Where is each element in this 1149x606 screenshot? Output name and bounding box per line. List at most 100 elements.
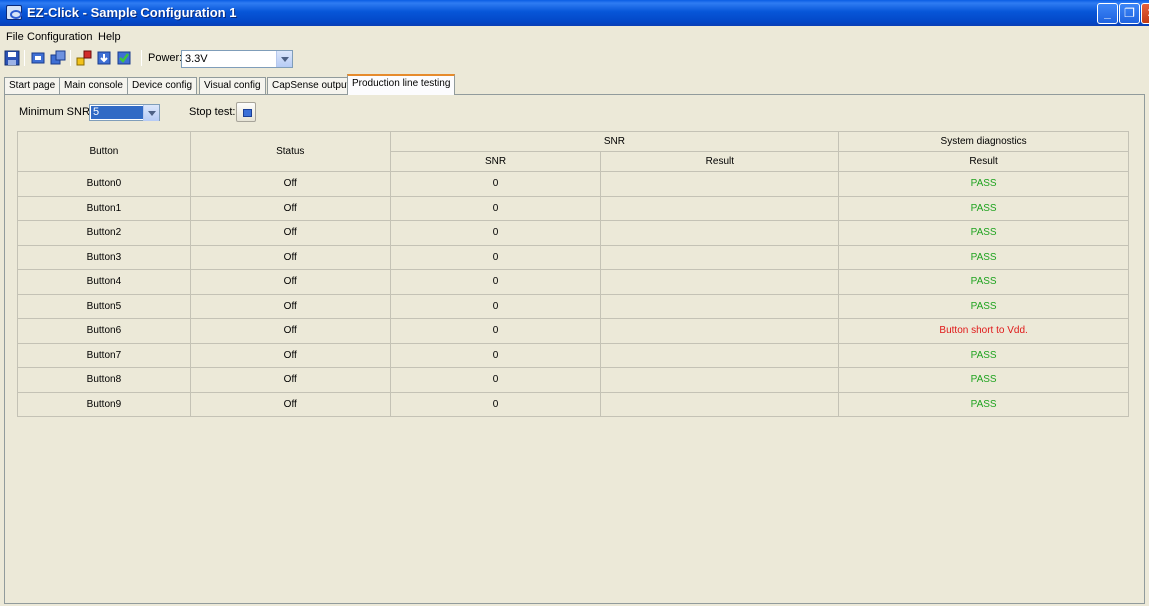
header-snr-result: Result <box>600 151 840 172</box>
configure-icon[interactable] <box>76 50 92 66</box>
diagnostics-result-cell: PASS <box>838 342 1129 368</box>
snr-cell: 0 <box>389 269 602 295</box>
menu-bar: File Configuration Help <box>0 28 1149 46</box>
header-snr-group: SNR <box>389 131 840 152</box>
snr-result-cell <box>600 244 840 270</box>
snr-cell: 0 <box>389 367 602 393</box>
header-status: Status <box>189 131 391 172</box>
table-row: Button3 Off 0 PASS <box>17 244 1129 270</box>
table-row: Button5 Off 0 PASS <box>17 293 1129 319</box>
diagnostics-result-cell: PASS <box>838 391 1129 417</box>
app-icon <box>6 5 22 20</box>
save-icon[interactable] <box>4 50 20 66</box>
status-cell: Off <box>189 367 391 393</box>
device-icon[interactable] <box>50 50 66 66</box>
stop-test-label: Stop test: <box>189 106 236 118</box>
table-row: Button6 Off 0 Button short to Vdd. <box>17 318 1129 344</box>
status-cell: Off <box>189 220 391 246</box>
snr-result-cell <box>600 318 840 344</box>
toolbar: Power: 3.3V <box>0 48 1149 70</box>
button-cell: Button6 <box>17 318 191 344</box>
connect-icon[interactable] <box>30 50 46 66</box>
diagnostics-result-cell: PASS <box>838 269 1129 295</box>
window-title: EZ-Click - Sample Configuration 1 <box>27 5 237 20</box>
menu-configuration[interactable]: Configuration <box>27 31 92 43</box>
minimize-button[interactable]: _ <box>1097 3 1118 24</box>
tab-visual-config[interactable]: Visual config <box>199 77 266 95</box>
chevron-down-icon[interactable] <box>143 105 159 121</box>
header-snr: SNR <box>389 151 602 172</box>
min-snr-select[interactable]: 5 <box>89 104 160 121</box>
button-cell: Button8 <box>17 367 191 393</box>
diagnostics-result-cell: PASS <box>838 220 1129 246</box>
snr-result-cell <box>600 342 840 368</box>
close-button[interactable]: ✕ <box>1141 3 1149 24</box>
restore-button[interactable]: ❐ <box>1119 3 1140 24</box>
results-table: Button Status SNR System diagnostics SNR… <box>17 131 1129 417</box>
diagnostics-result-cell: PASS <box>838 195 1129 221</box>
table-row: Button4 Off 0 PASS <box>17 269 1129 295</box>
snr-cell: 0 <box>389 195 602 221</box>
button-cell: Button9 <box>17 391 191 417</box>
status-cell: Off <box>189 171 391 197</box>
status-cell: Off <box>189 293 391 319</box>
diagnostics-result-cell: PASS <box>838 293 1129 319</box>
title-bar: EZ-Click - Sample Configuration 1 _ ❐ ✕ <box>0 0 1149 26</box>
snr-cell: 0 <box>389 244 602 270</box>
power-select[interactable]: 3.3V <box>181 50 293 68</box>
button-cell: Button5 <box>17 293 191 319</box>
status-cell: Off <box>189 269 391 295</box>
snr-result-cell <box>600 171 840 197</box>
snr-result-cell <box>600 195 840 221</box>
diagnostics-result-cell: Button short to Vdd. <box>838 318 1129 344</box>
snr-cell: 0 <box>389 220 602 246</box>
min-snr-label: Minimum SNR: <box>19 106 93 118</box>
chevron-down-icon[interactable] <box>276 51 292 67</box>
button-cell: Button4 <box>17 269 191 295</box>
tab-capsense-output[interactable]: CapSense output <box>267 77 355 95</box>
snr-result-cell <box>600 269 840 295</box>
snr-cell: 0 <box>389 293 602 319</box>
toolbar-separator <box>70 50 71 66</box>
button-cell: Button2 <box>17 220 191 246</box>
tab-production-line-testing[interactable]: Production line testing <box>347 74 456 95</box>
table-row: Button9 Off 0 PASS <box>17 391 1129 417</box>
status-cell: Off <box>189 342 391 368</box>
snr-cell: 0 <box>389 171 602 197</box>
power-label: Power: <box>148 52 183 64</box>
table-row: Button0 Off 0 PASS <box>17 171 1129 197</box>
header-button: Button <box>17 131 191 172</box>
status-cell: Off <box>189 318 391 344</box>
table-row: Button7 Off 0 PASS <box>17 342 1129 368</box>
snr-result-cell <box>600 391 840 417</box>
button-cell: Button1 <box>17 195 191 221</box>
button-cell: Button3 <box>17 244 191 270</box>
snr-cell: 0 <box>389 318 602 344</box>
toolbar-separator <box>24 50 25 66</box>
table-row: Button2 Off 0 PASS <box>17 220 1129 246</box>
menu-file[interactable]: File <box>6 31 24 43</box>
download-icon[interactable] <box>96 50 112 66</box>
snr-cell: 0 <box>389 391 602 417</box>
toolbar-separator <box>141 50 142 66</box>
status-cell: Off <box>189 391 391 417</box>
stop-test-button[interactable] <box>236 102 256 122</box>
tab-main-console[interactable]: Main console <box>59 77 128 95</box>
tab-device-config[interactable]: Device config <box>127 77 198 95</box>
menu-help[interactable]: Help <box>98 31 121 43</box>
diagnostics-result-cell: PASS <box>838 171 1129 197</box>
button-cell: Button0 <box>17 171 191 197</box>
snr-result-cell <box>600 293 840 319</box>
header-diagnostics-result: Result <box>838 151 1129 172</box>
table-row: Button1 Off 0 PASS <box>17 195 1129 221</box>
snr-result-cell <box>600 367 840 393</box>
diagnostics-result-cell: PASS <box>838 244 1129 270</box>
status-cell: Off <box>189 244 391 270</box>
verify-icon[interactable] <box>116 50 132 66</box>
snr-result-cell <box>600 220 840 246</box>
status-cell: Off <box>189 195 391 221</box>
header-diagnostics-group: System diagnostics <box>838 131 1129 152</box>
snr-cell: 0 <box>389 342 602 368</box>
tab-start-page[interactable]: Start page <box>4 77 61 95</box>
min-snr-value: 5 <box>91 106 143 119</box>
